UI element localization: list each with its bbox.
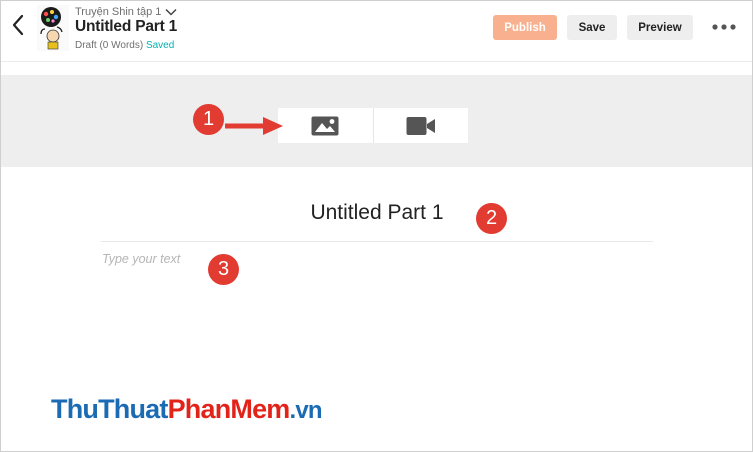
story-text-area[interactable]: Type your text (102, 252, 180, 266)
watermark-part-1: ThuThuat (51, 394, 168, 424)
annotation-badge-2: 2 (476, 203, 507, 234)
back-arrow-icon[interactable] (10, 13, 26, 37)
part-title: Untitled Part 1 (75, 18, 178, 35)
saved-indicator: Saved (145, 40, 175, 51)
title-underline (101, 241, 653, 242)
save-button[interactable]: Save (567, 15, 617, 40)
media-header-area (1, 75, 752, 167)
publish-button[interactable]: Publish (493, 15, 557, 40)
annotation-badge-1: 1 (193, 104, 224, 135)
watermark-part-2: PhanMem (167, 394, 291, 424)
annotation-badge-3: 3 (208, 254, 239, 285)
media-toolbar (278, 108, 468, 143)
editor-window: Truyện Shin tập 1 Untitled Part 1 Draft … (0, 0, 753, 452)
site-watermark: ThuThuatPhanMem.vn (51, 394, 323, 425)
story-title: Truyện Shin tập 1 (75, 6, 162, 18)
word-count-status: Draft (0 Words) (75, 40, 144, 51)
add-video-button[interactable] (374, 108, 469, 143)
add-image-button[interactable] (278, 108, 373, 143)
draft-status: Draft (0 Words) Saved (75, 40, 174, 51)
story-cover-thumbnail (37, 5, 69, 51)
story-selector[interactable]: Truyện Shin tập 1 (75, 6, 177, 18)
watermark-part-3: .vn (289, 397, 323, 424)
preview-button[interactable]: Preview (627, 15, 693, 40)
annotation-arrow (225, 117, 283, 135)
header-divider (1, 61, 752, 62)
more-options-icon[interactable] (711, 22, 737, 32)
chevron-down-icon (165, 8, 177, 16)
part-title-input[interactable]: Untitled Part 1 (101, 201, 653, 225)
image-icon (311, 116, 339, 135)
video-camera-icon (406, 116, 435, 135)
editor-header: Truyện Shin tập 1 Untitled Part 1 Draft … (1, 1, 752, 57)
